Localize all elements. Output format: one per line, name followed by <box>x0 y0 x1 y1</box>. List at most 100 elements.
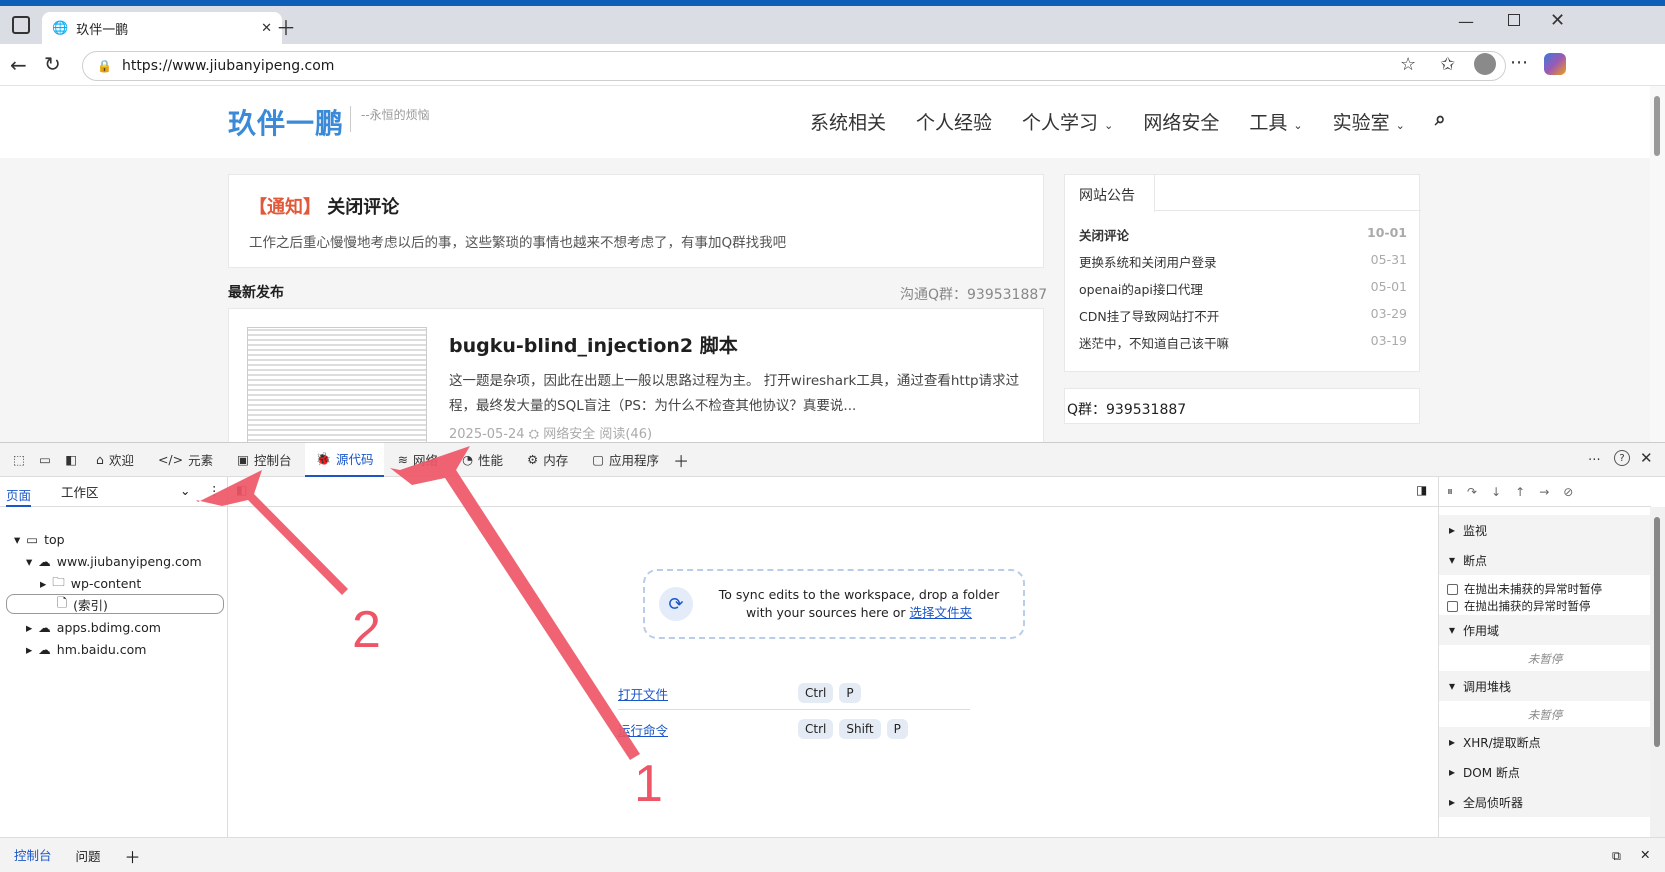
nav-item[interactable]: 实验室 ⌄ <box>1333 108 1405 135</box>
step-over-icon[interactable]: ↷ <box>1467 485 1477 499</box>
refresh-icon[interactable]: ↻ <box>44 52 61 76</box>
minimize-icon[interactable]: — <box>1458 12 1474 31</box>
console-icon: ▣ <box>237 452 249 467</box>
toggle-debugger-icon[interactable]: ◨ <box>1416 483 1427 497</box>
tree-node-folder[interactable]: ▸ 🗀 wp-content <box>40 573 141 593</box>
kebab-menu-icon[interactable]: ⋮ <box>208 483 221 498</box>
favorite-star-icon[interactable]: ☆ <box>1400 54 1416 75</box>
search-icon[interactable]: ⌕ <box>1435 108 1446 135</box>
pause-icon[interactable]: ⏸ <box>1447 484 1453 499</box>
site-scrollbar[interactable] <box>1650 86 1665 442</box>
inspect-icon[interactable]: ⬚ <box>8 452 30 467</box>
announcement-item[interactable]: 迷茫中，不知道自己该干嘛 03-19 <box>1079 333 1407 352</box>
drawer-tab-issues[interactable]: 问题 <box>76 846 101 865</box>
tab-workspace[interactable]: 工作区 <box>61 482 99 501</box>
section-xhr-breakpoints[interactable]: ▸ XHR/提取断点 <box>1439 727 1651 757</box>
tab-network[interactable]: ≋ 网络 <box>388 443 449 477</box>
nav-item[interactable]: 个人学习 ⌄ <box>1022 108 1113 135</box>
tab-memory[interactable]: ⚙ 内存 <box>517 443 578 477</box>
close-devtools-icon[interactable]: ✕ <box>1640 449 1653 467</box>
nav-item[interactable]: 工具 ⌄ <box>1249 108 1302 135</box>
back-icon[interactable]: ← <box>10 53 27 77</box>
open-file-link[interactable]: 打开文件 <box>618 684 798 703</box>
gauge-icon: ◔ <box>462 452 473 467</box>
tree-node-domain[interactable]: ▾ ☁ www.jiubanyipeng.com <box>26 551 202 571</box>
announcement-item[interactable]: 关闭评论 10-01 <box>1079 225 1407 244</box>
device-toggle-icon[interactable]: ▭ <box>34 452 56 467</box>
dock-drawer-icon[interactable]: ⧉ <box>1612 848 1621 864</box>
new-tab-icon[interactable]: ＋ <box>276 12 296 41</box>
tab-console[interactable]: ▣ 控制台 <box>227 443 301 477</box>
chevron-down-icon[interactable]: ⌄ <box>180 483 190 498</box>
more-menu-icon[interactable]: ⋯ <box>1510 52 1528 73</box>
collapsed-triangle-icon: ▸ <box>1449 795 1456 809</box>
add-tab-icon[interactable]: ＋ <box>673 448 689 472</box>
pause-caught-checkbox[interactable]: 在抛出捕获的异常时暂停 <box>1447 598 1591 614</box>
collapsed-triangle-icon: ▸ <box>1449 735 1456 749</box>
deactivate-breakpoints-icon[interactable]: ⊘ <box>1563 485 1573 499</box>
tab-performance[interactable]: ◔ 性能 <box>452 443 513 477</box>
section-breakpoints[interactable]: ▾ 断点 <box>1439 545 1651 575</box>
favorites-icon[interactable]: ✩ <box>1440 54 1455 75</box>
tab-page[interactable]: 页面 <box>6 477 32 507</box>
collapsed-triangle-icon: ▸ <box>1449 523 1456 537</box>
tab-welcome[interactable]: ⌂ 欢迎 <box>86 443 144 477</box>
tree-node-domain[interactable]: ▸ ☁ apps.bdimg.com <box>26 617 161 637</box>
run-command-link[interactable]: 运行命令 <box>618 720 798 739</box>
announcement-item[interactable]: 更换系统和关闭用户登录 05-31 <box>1079 252 1407 271</box>
expanded-triangle-icon: ▾ <box>26 553 33 569</box>
post-thumbnail[interactable] <box>247 327 427 442</box>
dock-icon[interactable]: ◧ <box>60 452 82 467</box>
post-title[interactable]: bugku-blind_injection2 脚本 <box>449 331 738 358</box>
nav-item[interactable]: 网络安全 <box>1143 108 1219 135</box>
tree-node-top[interactable]: ▾ ▭ top <box>14 529 65 549</box>
nav-item[interactable]: 个人经验 <box>916 108 992 135</box>
announcement-item[interactable]: openai的api接口代理 05-01 <box>1079 279 1407 298</box>
help-icon[interactable]: ? <box>1614 450 1630 466</box>
site-logo[interactable]: 玖伴一鹏 <box>228 102 344 142</box>
tab-bar: 🌐 玖伴一鹏 ✕ ＋ — ✕ <box>0 6 1665 44</box>
tree-node-domain[interactable]: ▸ ☁ hm.baidu.com <box>26 639 146 659</box>
key-ctrl: Ctrl <box>798 719 834 739</box>
close-drawer-icon[interactable]: ✕ <box>1640 847 1650 862</box>
section-watch[interactable]: ▸ 监视 <box>1439 515 1651 545</box>
cloud-icon: ☁ <box>38 619 51 635</box>
tab-actions-icon[interactable] <box>12 16 30 34</box>
select-folder-link[interactable]: 选择文件夹 <box>909 605 972 620</box>
step-icon[interactable]: → <box>1539 485 1549 499</box>
tab-application[interactable]: ▢ 应用程序 <box>582 443 669 477</box>
step-into-icon[interactable]: ↓ <box>1491 485 1501 499</box>
tab-elements[interactable]: </> 元素 <box>148 443 223 477</box>
lock-icon: 🔒 <box>97 59 112 73</box>
copilot-icon[interactable] <box>1544 53 1566 75</box>
maximize-icon[interactable] <box>1508 14 1520 26</box>
browser-tab[interactable]: 🌐 玖伴一鹏 ✕ <box>42 12 282 44</box>
section-callstack[interactable]: ▾ 调用堆栈 <box>1439 671 1651 701</box>
add-drawer-tab-icon[interactable]: ＋ <box>125 844 141 868</box>
tab-sources[interactable]: 🐞 源代码 <box>305 442 384 477</box>
pause-uncaught-checkbox[interactable]: 在抛出未捕获的异常时暂停 <box>1447 581 1602 597</box>
shortcut-run-command: 运行命令 Ctrl Shift P <box>618 719 970 739</box>
key-ctrl: Ctrl <box>798 683 834 703</box>
profile-avatar[interactable] <box>1474 53 1496 75</box>
debugger-sidebar: ⏸ ↷ ↓ ↑ → ⊘ ▸ 监视 ▾ 断点 在抛出未捕获的异常时暂停 在抛出捕获的异… <box>1438 477 1651 837</box>
workspace-drop-zone[interactable]: ⟳ To sync edits to the workspace, drop a… <box>643 569 1025 639</box>
section-scope[interactable]: ▾ 作用域 <box>1439 615 1651 645</box>
tree-node-index[interactable]: 🗋 (索引) <box>6 594 224 614</box>
step-out-icon[interactable]: ↑ <box>1515 485 1525 499</box>
announcement-item[interactable]: CDN挂了导致网站打不开 03-29 <box>1079 306 1407 325</box>
notice-card[interactable]: 【通知】 关闭评论 工作之后重心慢慢地考虑以后的事，这些繁琐的事情也越来不想考虑… <box>228 174 1044 268</box>
more-tools-icon[interactable]: ⋯ <box>1588 451 1601 466</box>
drawer-tab-console[interactable]: 控制台 <box>14 837 52 872</box>
section-dom-breakpoints[interactable]: ▸ DOM 断点 <box>1439 757 1651 787</box>
key-p: P <box>839 683 861 703</box>
close-window-icon[interactable]: ✕ <box>1550 10 1565 31</box>
annotation-label-2: 2 <box>352 601 381 659</box>
post-card[interactable]: bugku-blind_injection2 脚本 这一题是杂项，因此在出题上一… <box>228 308 1044 442</box>
debugger-scrollbar[interactable] <box>1650 507 1665 837</box>
close-tab-icon[interactable]: ✕ <box>261 21 272 36</box>
toggle-navigator-icon[interactable]: ◧ <box>236 483 247 497</box>
address-bar[interactable]: 🔒 https://www.jiubanyipeng.com <box>82 51 1506 81</box>
nav-item[interactable]: 系统相关 <box>810 108 886 135</box>
section-global-listeners[interactable]: ▸ 全局侦听器 <box>1439 787 1651 817</box>
